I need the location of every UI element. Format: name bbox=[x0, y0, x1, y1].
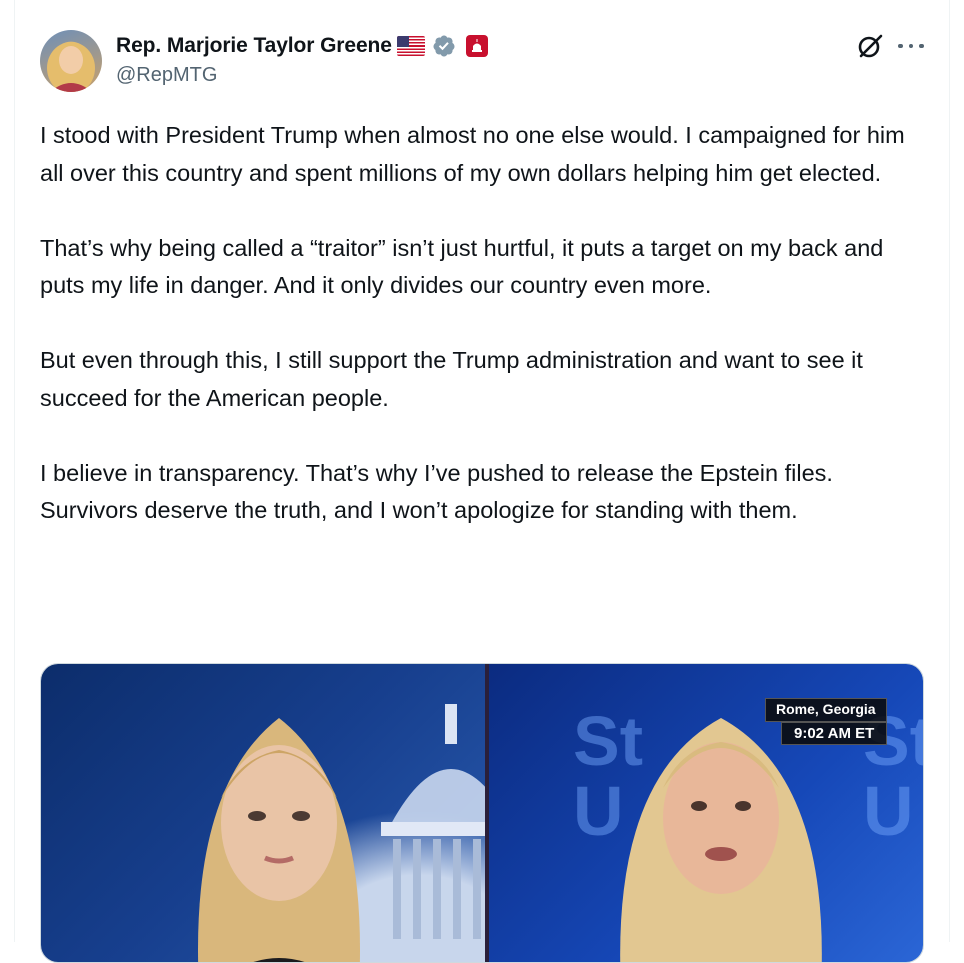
tweet-paragraph: I stood with President Trump when almost… bbox=[40, 122, 912, 186]
author-avatar[interactable] bbox=[40, 30, 102, 92]
verified-badge-icon[interactable] bbox=[432, 34, 456, 58]
us-flag-icon bbox=[396, 36, 425, 56]
left-anchor-figure bbox=[198, 718, 360, 962]
video-chyron-time: 9:02 AM ET bbox=[781, 722, 888, 745]
tweet-text: I stood with President Trump when almost… bbox=[40, 117, 930, 530]
author-name-row: Rep. Marjorie Taylor Greene bbox=[116, 32, 488, 60]
video-chyron-location: Rome, Georgia bbox=[765, 698, 887, 722]
more-dot bbox=[898, 43, 903, 49]
author-display-name[interactable]: Rep. Marjorie Taylor Greene bbox=[116, 34, 392, 58]
more-dot bbox=[919, 43, 924, 49]
author-handle[interactable]: @RepMTG bbox=[116, 64, 217, 87]
tweet-paragraph: I believe in transparency. That’s why I’… bbox=[40, 459, 840, 524]
tweet-paragraph: But even through this, I still support t… bbox=[40, 347, 870, 411]
tweet-video-media[interactable]: StU StU Rome, Georgia 9:02 AM ET bbox=[40, 663, 924, 963]
capitol-badge-icon[interactable] bbox=[465, 35, 488, 57]
more-dot bbox=[908, 43, 914, 49]
more-options-icon[interactable] bbox=[898, 36, 924, 56]
grok-icon[interactable] bbox=[856, 32, 884, 60]
chyron-location-text: Rome, Georgia bbox=[776, 701, 876, 717]
tweet-paragraph: That’s why being called a “traitor” isn’… bbox=[40, 234, 890, 299]
